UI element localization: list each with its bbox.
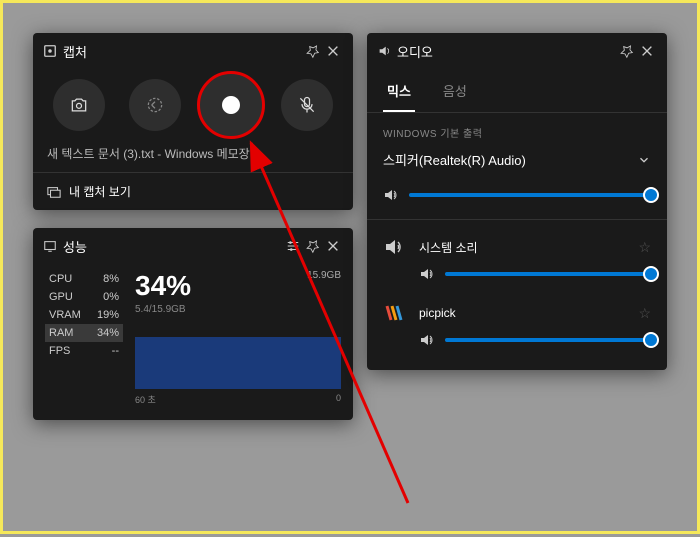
fps-row[interactable]: FPS-- — [45, 342, 123, 360]
slider-thumb[interactable] — [643, 332, 659, 348]
star-icon[interactable]: ☆ — [638, 305, 651, 322]
capture-title: 캡처 — [63, 42, 87, 61]
audio-header: 오디오 — [367, 33, 667, 69]
perf-main: 34% 5.4/15.9GB 15.9GB 60 초 0 — [135, 270, 341, 406]
pin-button[interactable] — [617, 41, 637, 61]
close-button[interactable] — [637, 41, 657, 61]
pin-button[interactable] — [303, 236, 323, 256]
speaker-icon — [419, 332, 435, 348]
close-button[interactable] — [323, 236, 343, 256]
mic-toggle-button[interactable] — [281, 79, 333, 131]
gallery-icon — [47, 185, 61, 199]
tab-mix[interactable]: 믹스 — [383, 73, 415, 112]
chevron-down-icon — [637, 153, 651, 167]
record-icon — [222, 96, 240, 114]
perf-stats-list: CPU8% GPU0% VRAM19% RAM34% FPS-- — [45, 270, 123, 406]
perf-chart — [135, 337, 341, 389]
system-sound-icon — [383, 236, 405, 258]
view-captures-label: 내 캡처 보기 — [69, 183, 131, 200]
system-volume-slider[interactable] — [445, 272, 651, 276]
app-name-picpick: picpick — [419, 306, 624, 320]
perf-sub-value: 5.4/15.9GB — [135, 304, 293, 315]
app-row-system: 시스템 소리 ☆ — [367, 228, 667, 262]
performance-panel: 성능 CPU8% GPU0% VRAM19% RAM34% FPS-- 34% … — [33, 228, 353, 420]
view-captures-link[interactable]: 내 캡처 보기 — [33, 172, 353, 210]
perf-chart-axis: 60 초 0 — [135, 393, 341, 406]
picpick-app-icon — [383, 302, 405, 324]
record-button[interactable] — [197, 71, 265, 139]
picpick-volume-slider[interactable] — [445, 338, 651, 342]
performance-widget-icon — [43, 239, 57, 253]
capture-panel: 캡처 새 텍스트 문서 (3).txt - Windows 메모장 내 캡처 보… — [33, 33, 353, 210]
device-selector[interactable]: 스피커(Realtek(R) Audio) — [383, 150, 651, 169]
star-icon[interactable]: ☆ — [638, 239, 651, 256]
app-name-system: 시스템 소리 — [419, 239, 624, 256]
capture-widget-icon — [43, 44, 57, 58]
audio-widget-icon — [377, 44, 391, 58]
output-section-label: WINDOWS 기본 출력 — [367, 113, 667, 144]
perf-header: 성능 — [33, 228, 353, 264]
active-window-name: 새 텍스트 문서 (3).txt - Windows 메모장 — [33, 145, 353, 172]
slider-thumb[interactable] — [643, 266, 659, 282]
record-last-button[interactable] — [129, 79, 181, 131]
perf-body: CPU8% GPU0% VRAM19% RAM34% FPS-- 34% 5.4… — [33, 264, 353, 420]
audio-panel: 오디오 믹스 음성 WINDOWS 기본 출력 스피커(Realtek(R) A… — [367, 33, 667, 370]
audio-tabs: 믹스 음성 — [367, 73, 667, 113]
system-volume-row — [367, 262, 667, 294]
audio-device: 스피커(Realtek(R) Audio) — [367, 144, 667, 179]
capture-button-row — [33, 69, 353, 145]
master-volume-row — [367, 179, 667, 211]
master-volume-slider[interactable] — [409, 193, 651, 197]
pin-button[interactable] — [303, 41, 323, 61]
speaker-icon — [383, 187, 399, 203]
screenshot-button[interactable] — [53, 79, 105, 131]
perf-big-value: 34% — [135, 270, 293, 302]
slider-thumb[interactable] — [643, 187, 659, 203]
app-row-picpick: picpick ☆ — [367, 294, 667, 328]
cpu-row[interactable]: CPU8% — [45, 270, 123, 288]
close-button[interactable] — [323, 41, 343, 61]
gpu-row[interactable]: GPU0% — [45, 288, 123, 306]
perf-title: 성능 — [63, 237, 87, 256]
perf-max-value: 15.9GB — [293, 270, 341, 281]
ram-row[interactable]: RAM34% — [45, 324, 123, 342]
vram-row[interactable]: VRAM19% — [45, 306, 123, 324]
audio-title: 오디오 — [397, 42, 433, 61]
tab-voice[interactable]: 음성 — [439, 73, 471, 112]
settings-button[interactable] — [283, 236, 303, 256]
divider — [367, 219, 667, 220]
capture-header: 캡처 — [33, 33, 353, 69]
picpick-volume-row — [367, 328, 667, 360]
speaker-icon — [419, 266, 435, 282]
device-name: 스피커(Realtek(R) Audio) — [383, 150, 526, 169]
